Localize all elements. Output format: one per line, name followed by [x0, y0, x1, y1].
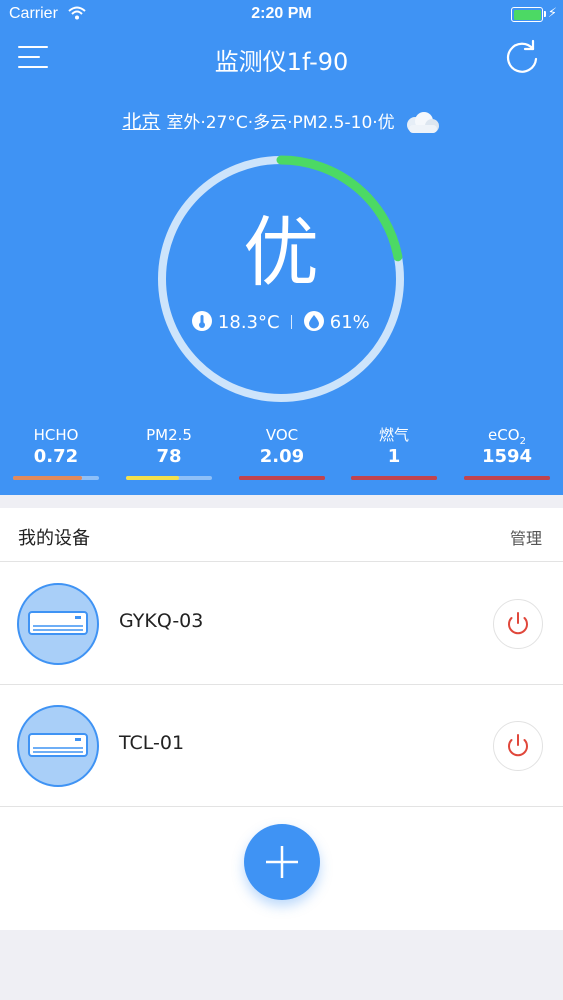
device-row[interactable]: TCL-01 — [0, 685, 563, 807]
metric-voc[interactable]: VOC 2.09 — [239, 425, 325, 480]
plus-icon — [266, 846, 298, 878]
device-row[interactable]: GYKQ-03 — [0, 563, 563, 685]
metric-label-text: eCO — [488, 426, 520, 444]
metric-label: HCHO — [33, 426, 79, 444]
city-link[interactable]: 北京 — [122, 111, 160, 133]
indoor-readings: 18.3°C 61% — [155, 311, 407, 333]
humidity-drop-icon — [304, 311, 325, 331]
device-name: TCL-01 — [119, 732, 185, 754]
cloud-icon — [406, 112, 439, 133]
metric-hcho[interactable]: HCHO 0.72 — [13, 425, 99, 480]
temperature-value: 18.3°C — [217, 312, 280, 333]
metric-label: PM2.5 — [146, 426, 192, 444]
power-icon — [508, 734, 528, 757]
metric-pm25[interactable]: PM2.5 78 — [126, 425, 212, 480]
metric-value: 0.72 — [33, 446, 79, 467]
metric-value: 78 — [156, 446, 182, 467]
thermometer-icon — [192, 311, 213, 331]
section-title: 我的设备 — [18, 528, 90, 549]
metric-value: 1594 — [481, 446, 533, 467]
divider — [291, 315, 293, 329]
weather-info: 北京 室外·27°C·多云·PM2.5-10·优 — [0, 107, 563, 135]
battery-icon — [511, 7, 543, 22]
metric-value: 2.09 — [259, 446, 305, 467]
metric-label: eCO2 — [464, 425, 550, 447]
battery-tip — [544, 11, 546, 17]
humidity-value: 61% — [329, 312, 370, 333]
metric-level-bar — [464, 476, 550, 480]
metric-level-bar — [239, 476, 325, 480]
power-button[interactable] — [493, 599, 543, 649]
metric-level-bar — [351, 476, 437, 480]
devices-section-header: 我的设备 管理 — [0, 508, 563, 562]
pollutant-metrics: HCHO 0.72 PM2.5 78 VOC 2.09 燃气 1 eCO2 15… — [0, 425, 563, 485]
metric-label: VOC — [265, 426, 299, 444]
weather-summary: 室外·27°C·多云·PM2.5-10·优 — [166, 113, 395, 133]
metric-label: 燃气 — [378, 426, 409, 444]
charging-icon: ⚡ — [547, 6, 557, 21]
metric-gas[interactable]: 燃气 1 — [351, 425, 437, 480]
air-quality-grade: 优 — [243, 208, 319, 297]
metric-eco2[interactable]: eCO2 1594 — [464, 425, 550, 480]
refresh-icon[interactable] — [502, 37, 542, 77]
page-title: 监测仪1f-90 — [214, 48, 349, 76]
air-conditioner-icon — [17, 705, 99, 787]
device-name: GYKQ-03 — [119, 610, 204, 632]
metric-level-bar — [13, 476, 99, 480]
power-button[interactable] — [493, 721, 543, 771]
metric-value: 1 — [387, 446, 401, 467]
status-time: 2:20 PM — [251, 5, 312, 22]
power-icon — [508, 612, 528, 635]
manage-button[interactable]: 管理 — [510, 525, 542, 549]
status-bar: Carrier 2:20 PM ⚡ — [0, 0, 563, 30]
metric-level-bar — [126, 476, 212, 480]
air-conditioner-icon — [17, 583, 99, 665]
add-device-button[interactable] — [244, 824, 320, 900]
monitor-header: Carrier 2:20 PM ⚡ 监测仪1f-90 北京 室外·27°C·多云·… — [0, 0, 563, 495]
